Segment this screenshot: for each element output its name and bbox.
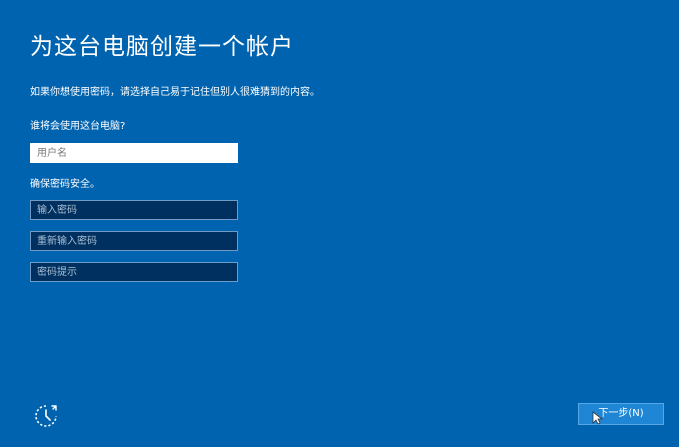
password-input[interactable] (30, 200, 238, 220)
page-title: 为这台电脑创建一个帐户 (30, 34, 294, 60)
page-subtitle: 如果你想使用密码，请选择自己易于记住但别人很难猜到的内容。 (30, 87, 320, 98)
who-label: 谁将会使用这台电脑? (30, 121, 126, 132)
username-input[interactable] (30, 143, 238, 163)
next-button[interactable]: 下一步(N) (578, 403, 664, 425)
ease-of-access-icon[interactable] (33, 403, 59, 429)
password-hint-input[interactable] (30, 262, 238, 282)
reenter-password-input[interactable] (30, 231, 238, 251)
oobe-screen: 为这台电脑创建一个帐户 如果你想使用密码，请选择自己易于记住但别人很难猜到的内容… (0, 0, 679, 447)
security-label: 确保密码安全。 (30, 179, 100, 190)
